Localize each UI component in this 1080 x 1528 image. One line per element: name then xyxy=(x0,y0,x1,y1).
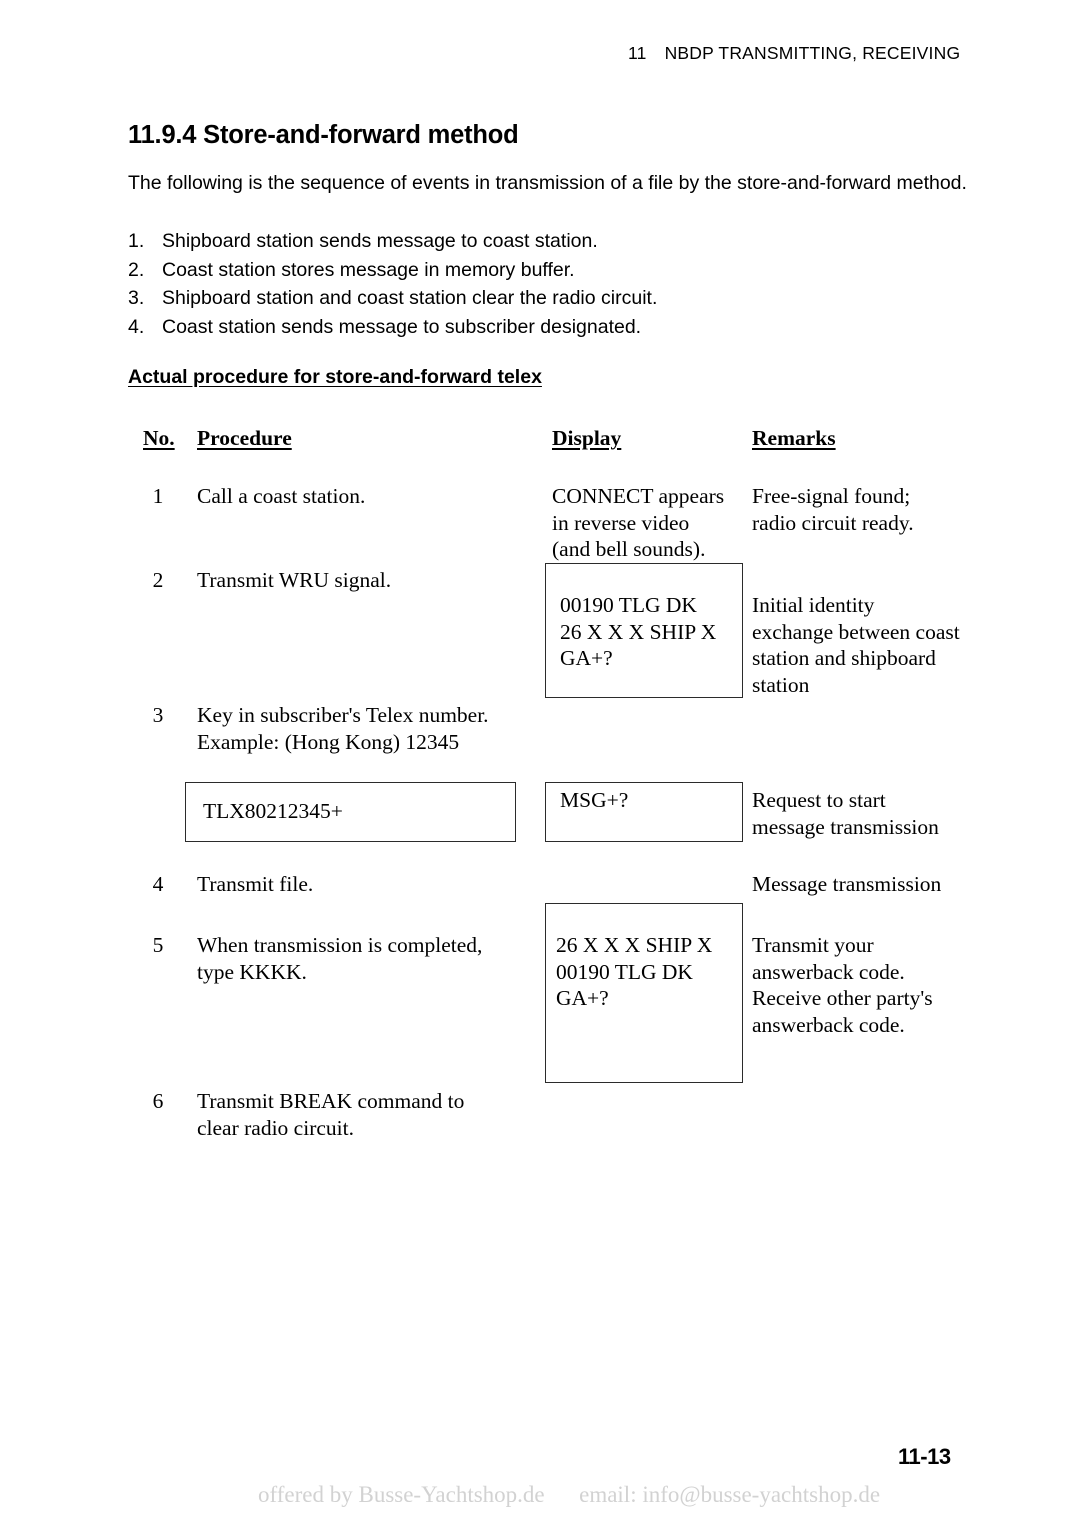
table-header-procedure: Procedure xyxy=(197,426,292,450)
table-cell-remarks: Free-signal found; radio circuit ready. xyxy=(752,484,914,535)
table-header-no: No. xyxy=(143,426,175,450)
table-cell-procedure: Key in subscriber's Telex number. Exampl… xyxy=(197,703,489,754)
table-cell-procedure: Transmit BREAK command to clear radio ci… xyxy=(197,1089,465,1140)
watermark-text: offered by Busse-Yachtshop.de email: inf… xyxy=(258,1482,881,1507)
table-header-display: Display xyxy=(552,426,622,450)
document-page: 11 NBDP TRANSMITTING, RECEIVING 11.9.4 St… xyxy=(0,0,1080,1528)
table-cell-remarks: Transmit your answerback code. Receive o… xyxy=(752,933,933,1037)
table-header-remarks: Remarks xyxy=(752,426,836,450)
table-row-number: 4 xyxy=(152,872,164,896)
table-cell-display: MSG+? xyxy=(560,788,629,812)
table-cell-procedure: Transmit file. xyxy=(197,872,314,896)
table-cell-display: 26 X X X SHIP X 00190 TLG DK GA+? xyxy=(556,933,713,1010)
procedure-table: No. Procedure Display Remarks 1 Call a c… xyxy=(0,0,1080,1528)
table-cell-remarks: Request to start message transmission xyxy=(752,788,939,839)
table-cell-procedure: Call a coast station. xyxy=(197,484,366,508)
table-cell-remarks: Message transmission xyxy=(752,872,942,896)
table-cell-display: CONNECT appears in reverse video (and be… xyxy=(552,484,725,561)
table-cell-display: 00190 TLG DK 26 X X X SHIP X GA+? xyxy=(560,593,717,670)
page-number: 11-13 xyxy=(898,1444,951,1469)
table-cell-remarks: Initial identity exchange between coast … xyxy=(752,593,960,697)
table-row-number: 2 xyxy=(152,568,164,592)
table-row-number: 5 xyxy=(152,933,164,957)
table-cell-procedure: When transmission is completed, type KKK… xyxy=(197,933,483,984)
table-cell-procedure: Transmit WRU signal. xyxy=(197,568,392,592)
table-row-number: 6 xyxy=(152,1089,164,1113)
table-row-number: 1 xyxy=(152,484,164,508)
procedure-input-box-value: TLX80212345+ xyxy=(203,799,343,823)
table-row-number: 3 xyxy=(152,703,164,727)
